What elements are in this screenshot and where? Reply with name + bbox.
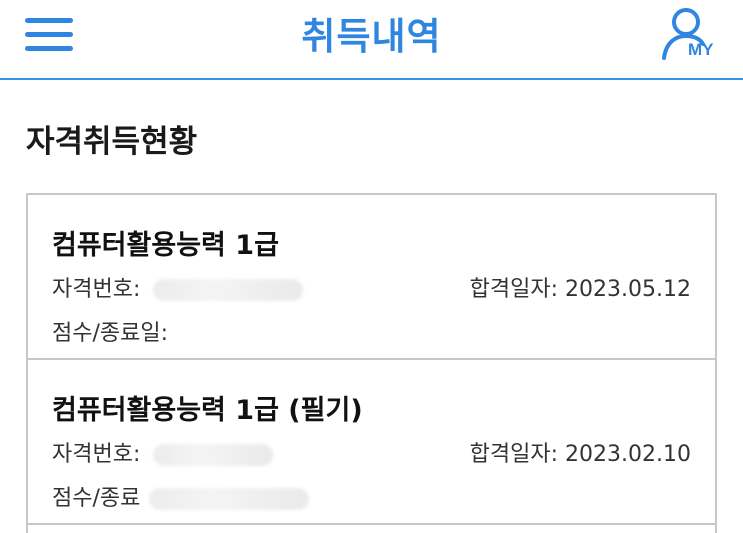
certificate-card[interactable]: 컴퓨터활용능력 1급 자격번호: 합격일자: 2023.05.12 점수/종료일… <box>28 195 715 360</box>
score-label: 점수/종료 <box>52 486 141 511</box>
pass-date-value: 2023.05.12 <box>565 277 691 302</box>
score-row: 점수/종료 <box>52 480 310 512</box>
score-label: 점수/종료일: <box>52 321 169 346</box>
certificate-number-row: 자격번호: <box>52 436 274 468</box>
certificate-number-row: 자격번호: <box>52 271 304 303</box>
certificate-name: 컴퓨터활용능력 1급 <box>52 230 279 261</box>
section-title: 자격취득현황 <box>26 124 198 160</box>
masked-score-value <box>149 488 310 510</box>
certificate-list: 컴퓨터활용능력 1급 자격번호: 합격일자: 2023.05.12 점수/종료일… <box>26 193 717 533</box>
certificate-number-label: 자격번호: <box>52 277 141 302</box>
pass-date-label: 합격일자: <box>469 442 559 467</box>
app-header: 취득내역 MY <box>0 0 743 80</box>
pass-date-row: 합격일자: 2023.02.10 <box>470 436 691 468</box>
my-page-button[interactable]: MY <box>660 6 724 62</box>
certificate-number-label: 자격번호: <box>52 442 141 467</box>
masked-certificate-number <box>153 279 304 301</box>
pass-date-row: 합격일자: 2023.05.12 <box>470 271 691 303</box>
masked-certificate-number <box>153 444 274 466</box>
score-row: 점수/종료일: <box>52 315 168 347</box>
pass-date-label: 합격일자: <box>469 277 559 302</box>
certificate-card[interactable]: 컴퓨터활용능력 1급 (필기) 자격번호: 합격일자: 2023.02.10 점… <box>28 360 715 525</box>
pass-date-value: 2023.02.10 <box>565 442 691 467</box>
my-label: MY <box>688 40 714 59</box>
page-title: 취득내역 <box>301 15 442 58</box>
certificate-name: 컴퓨터활용능력 1급 (필기) <box>52 395 363 426</box>
